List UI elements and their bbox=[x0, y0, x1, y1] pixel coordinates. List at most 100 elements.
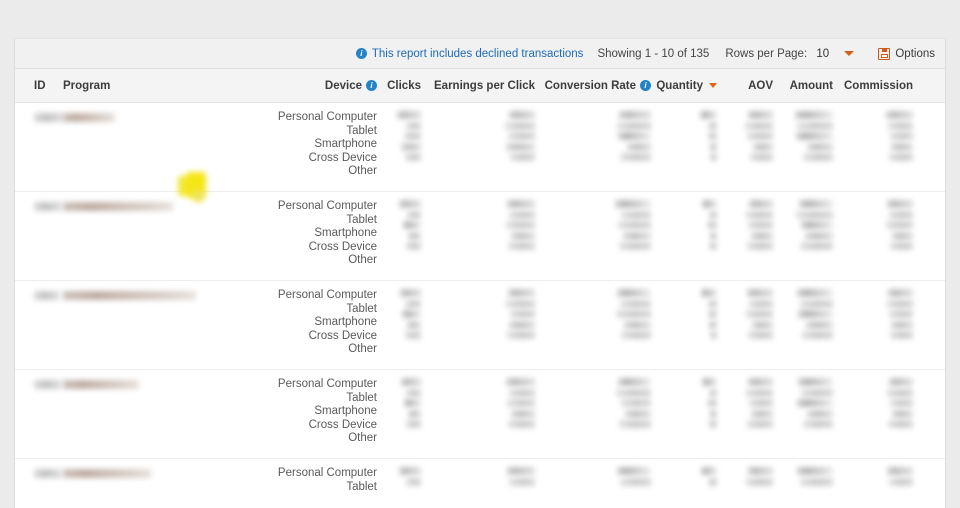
rows-per-page-value: 10 bbox=[816, 47, 830, 60]
redacted-value bbox=[799, 200, 833, 208]
redacted-value bbox=[708, 121, 717, 130]
device-label: Other bbox=[348, 432, 377, 444]
redacted-value bbox=[618, 221, 651, 229]
cell-device: Personal Computer Tablet Smartphone Cros… bbox=[269, 200, 377, 268]
options-button[interactable]: Options bbox=[878, 47, 935, 60]
redacted-value bbox=[797, 289, 833, 297]
redacted-stack bbox=[746, 289, 773, 339]
chevron-down-icon[interactable] bbox=[844, 50, 855, 56]
redacted-stack bbox=[701, 289, 717, 339]
redacted-value bbox=[401, 142, 421, 151]
redacted-value bbox=[406, 121, 421, 130]
redacted-value bbox=[747, 289, 773, 297]
redacted-value bbox=[63, 202, 173, 211]
table-row[interactable]: Personal Computer Tablet bbox=[15, 459, 945, 499]
conversion-rate-info-icon[interactable]: i bbox=[640, 80, 651, 91]
redacted-value bbox=[753, 142, 773, 151]
redacted-value bbox=[405, 299, 421, 308]
redacted-value bbox=[620, 299, 651, 308]
redacted-stack bbox=[702, 200, 717, 250]
table-row[interactable]: Personal Computer Tablet Smartphone Cros… bbox=[15, 370, 945, 459]
redacted-value bbox=[746, 477, 773, 486]
cell-program bbox=[63, 289, 269, 300]
cell-id bbox=[15, 111, 64, 122]
column-header-amount[interactable]: Amount bbox=[773, 80, 833, 92]
redacted-value bbox=[508, 289, 535, 297]
column-header-earnings-per-click[interactable]: Earnings per Click bbox=[425, 80, 535, 92]
redacted-value bbox=[707, 399, 717, 407]
column-header-conversion-rate[interactable]: Conversion Rate i bbox=[535, 80, 651, 92]
redacted-value bbox=[406, 420, 421, 428]
redacted-value bbox=[405, 331, 421, 339]
table-row[interactable]: Personal Computer Tablet Smartphone Cros… bbox=[15, 192, 945, 281]
column-header-commission[interactable]: Commission bbox=[833, 80, 921, 92]
redacted-value bbox=[751, 409, 773, 418]
table-row[interactable]: Personal Computer Tablet Smartphone Cros… bbox=[15, 281, 945, 370]
cell-conversion-rate bbox=[535, 378, 651, 428]
redacted-stack bbox=[746, 378, 773, 428]
cell-clicks bbox=[377, 378, 425, 428]
redacted-value bbox=[887, 388, 913, 397]
redacted-value bbox=[890, 242, 913, 250]
redacted-value bbox=[63, 113, 115, 122]
redacted-stack bbox=[746, 467, 773, 486]
column-header-id[interactable]: ID bbox=[15, 80, 63, 92]
redacted-value bbox=[627, 142, 651, 151]
redacted-value bbox=[889, 210, 913, 219]
redacted-value bbox=[887, 467, 913, 475]
column-header-clicks[interactable]: Clicks bbox=[377, 80, 425, 92]
cell-amount bbox=[773, 200, 833, 250]
redacted-value bbox=[708, 132, 717, 140]
redacted-value bbox=[800, 477, 833, 486]
cell-commission bbox=[833, 467, 921, 486]
redacted-value bbox=[807, 409, 833, 418]
redacted-stack bbox=[746, 200, 773, 250]
column-header-conversion-rate-label: Conversion Rate bbox=[544, 79, 636, 92]
redacted-value bbox=[625, 409, 651, 418]
redacted-value bbox=[748, 221, 773, 229]
redacted-value bbox=[509, 210, 535, 219]
sort-descending-icon[interactable] bbox=[709, 83, 717, 88]
column-header-device[interactable]: Device i bbox=[269, 80, 377, 92]
column-header-aov[interactable]: AOV bbox=[717, 80, 773, 92]
cell-device: Personal Computer Tablet Smartphone Cros… bbox=[269, 289, 377, 357]
redacted-value bbox=[886, 111, 913, 119]
device-label: Tablet bbox=[346, 391, 377, 404]
device-label: Cross Device bbox=[308, 329, 377, 342]
cell-aov bbox=[717, 200, 773, 250]
redacted-stack bbox=[887, 289, 913, 339]
cell-commission bbox=[833, 289, 921, 339]
redacted-value bbox=[507, 399, 535, 407]
redacted-stack bbox=[797, 467, 833, 486]
redacted-value bbox=[749, 399, 773, 407]
cell-amount bbox=[773, 378, 833, 428]
redacted-value bbox=[506, 142, 535, 151]
cell-conversion-rate bbox=[535, 111, 651, 161]
redacted-value bbox=[34, 469, 62, 478]
redacted-value bbox=[746, 388, 773, 397]
device-label: Personal Computer bbox=[277, 111, 377, 123]
column-header-aov-label: AOV bbox=[748, 79, 773, 92]
redacted-stack bbox=[701, 467, 717, 486]
column-header-program[interactable]: Program bbox=[63, 80, 269, 92]
rows-per-page-control[interactable]: Rows per Page: 10 bbox=[725, 47, 855, 60]
redacted-value bbox=[506, 299, 535, 308]
redacted-value bbox=[619, 242, 651, 250]
redacted-value bbox=[888, 121, 913, 130]
redacted-value bbox=[399, 200, 421, 208]
cell-quantity bbox=[651, 467, 717, 486]
declined-transactions-note[interactable]: i This report includes declined transact… bbox=[355, 48, 583, 60]
redacted-value bbox=[708, 477, 717, 486]
table-row[interactable]: Personal Computer Tablet Smartphone Cros… bbox=[15, 103, 945, 192]
column-header-quantity[interactable]: Quantity bbox=[651, 80, 717, 92]
redacted-value bbox=[623, 231, 651, 240]
redacted-value bbox=[800, 242, 833, 250]
device-info-icon[interactable]: i bbox=[366, 80, 377, 91]
redacted-value bbox=[406, 388, 421, 397]
redacted-value bbox=[616, 310, 651, 318]
device-breakdown-list: Personal Computer Tablet Smartphone Cros… bbox=[278, 378, 377, 446]
redacted-value bbox=[621, 210, 651, 219]
redacted-stack bbox=[506, 200, 535, 250]
redacted-stack bbox=[797, 289, 833, 339]
redacted-value bbox=[511, 409, 535, 418]
